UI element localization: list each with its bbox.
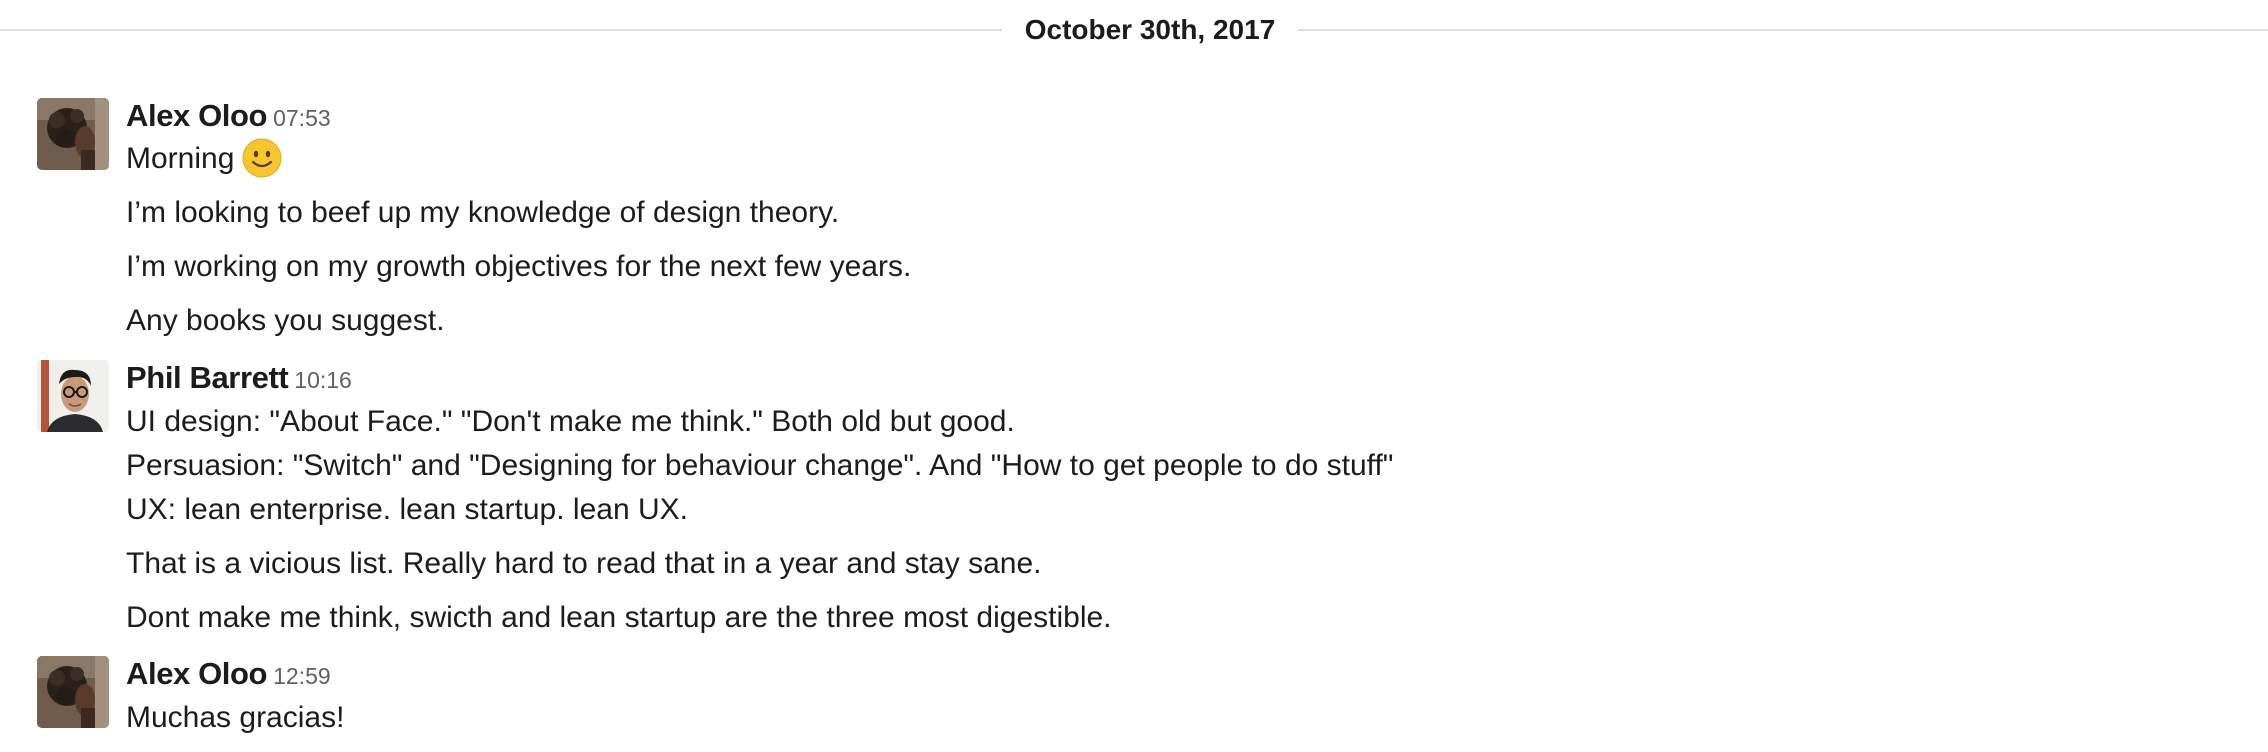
- message-header: Alex Oloo 07:53: [126, 98, 331, 134]
- message-text: Muchas gracias!: [126, 701, 345, 734]
- timestamp[interactable]: 07:53: [273, 105, 331, 131]
- avatar[interactable]: [37, 98, 109, 170]
- avatar-photo-icon: [37, 98, 109, 170]
- message-text: Any books you suggest.: [126, 304, 445, 337]
- message-text: Persuasion: "Switch" and "Designing for …: [126, 449, 1394, 482]
- avatar[interactable]: [37, 656, 109, 728]
- timestamp[interactable]: 10:16: [294, 367, 352, 393]
- message-header: Alex Oloo 12:59: [126, 656, 331, 692]
- author-name[interactable]: Phil Barrett: [126, 360, 289, 395]
- message-text: I’m looking to beef up my knowledge of d…: [126, 196, 840, 229]
- avatar-photo-icon: [37, 656, 109, 728]
- slightly-smiling-face-icon[interactable]: [242, 138, 282, 178]
- message-text-content: Morning: [126, 142, 235, 175]
- author-name[interactable]: Alex Oloo: [126, 98, 267, 133]
- message-header: Phil Barrett 10:16: [126, 360, 352, 396]
- divider-rule-right: [1298, 29, 2268, 31]
- message-text: I’m working on my growth objectives for …: [126, 250, 912, 283]
- divider-rule-left: [0, 29, 1002, 31]
- message-text: That is a vicious list. Really hard to r…: [126, 547, 1042, 580]
- timestamp[interactable]: 12:59: [273, 663, 331, 689]
- author-name[interactable]: Alex Oloo: [126, 656, 267, 691]
- avatar-photo-icon: [37, 360, 109, 432]
- divider-date[interactable]: October 30th, 2017: [1002, 12, 1298, 48]
- avatar[interactable]: [37, 360, 109, 432]
- message-text: Morning: [126, 138, 282, 179]
- message-text: Dont make me think, swicth and lean star…: [126, 601, 1112, 634]
- message-text: UI design: "About Face." "Don't make me …: [126, 405, 1015, 438]
- message-text: UX: lean enterprise. lean startup. lean …: [126, 493, 688, 526]
- day-divider: October 30th, 2017: [0, 0, 2268, 60]
